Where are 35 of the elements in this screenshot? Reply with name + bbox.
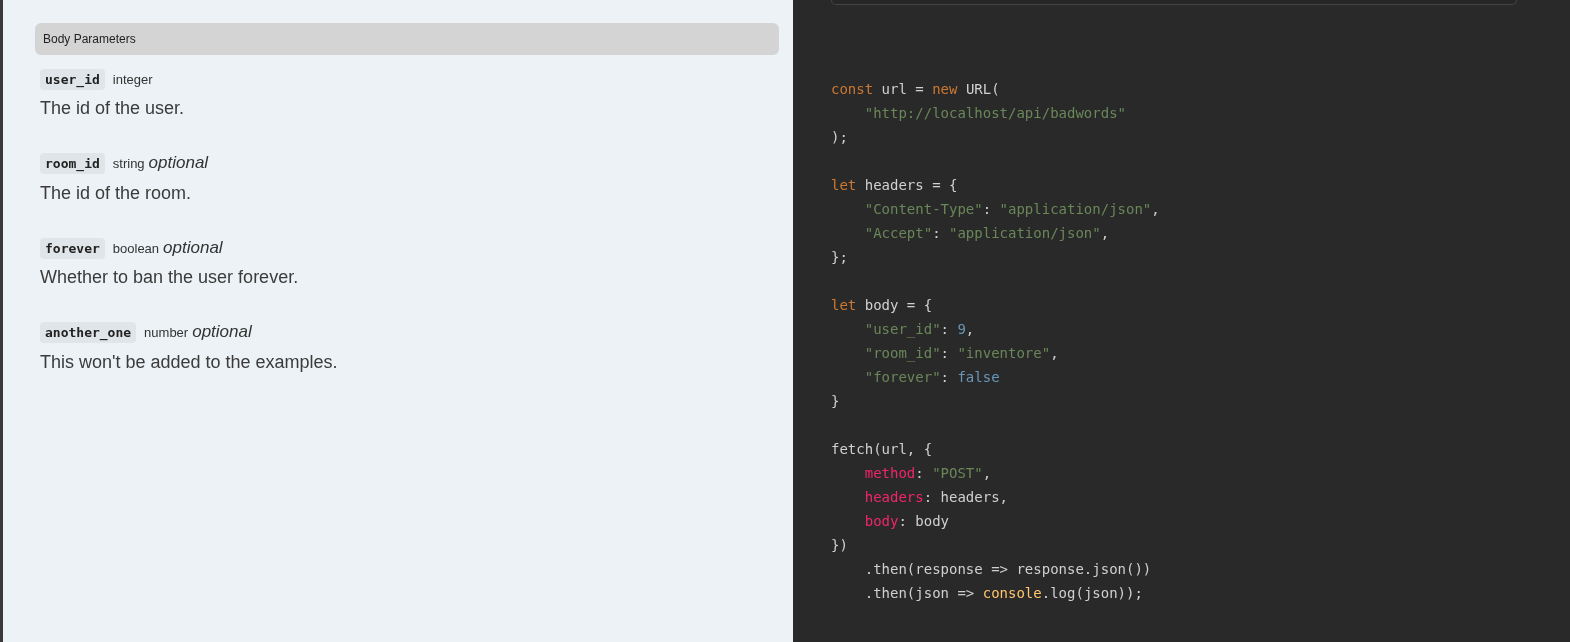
parameter-type: integer [112, 72, 153, 87]
code-line: "Accept": "application/json", [863, 224, 1110, 243]
parameter-name: forever [40, 237, 105, 259]
parameter-description: Whether to ban the user forever. [40, 266, 300, 289]
code-line: ); [831, 128, 848, 147]
code-line: body: body [863, 512, 949, 531]
parameter-description: The id of the room. [40, 181, 193, 205]
code-line: const url = new URL( [831, 80, 1000, 99]
code-line: fetch(url, { [831, 440, 933, 459]
optional-label: optional [192, 322, 252, 341]
parameter-description: The id of the user. [40, 97, 186, 120]
code-line: headers: headers, [863, 488, 1008, 507]
code-line: "user_id": 9, [863, 320, 975, 340]
code-line: .then(response => response.json()) [863, 560, 1152, 579]
code-line: }) [831, 536, 848, 555]
parameter-type: boolean [112, 240, 160, 256]
code-line: } [831, 392, 840, 411]
section-header: Body Parameters [35, 23, 779, 55]
code-line: "room_id": "inventore", [863, 344, 1059, 364]
optional-label: optional [163, 237, 223, 257]
parameter-type: number [144, 325, 189, 340]
code-line: "http://localhost/api/badwords" [863, 104, 1126, 123]
parameter-description: This won't be added to the examples. [40, 350, 339, 374]
code-line: method: "POST", [863, 464, 992, 483]
parameter-name: another_one [40, 322, 137, 343]
parameter-name: user_id [40, 69, 105, 90]
code-line: let headers = { [831, 176, 958, 195]
code-line: let body = { [831, 296, 933, 315]
code-line: }; [831, 248, 848, 267]
parameter-type: string [112, 156, 145, 171]
code-line: "forever": false [863, 368, 1000, 387]
parameter-name: room_id [40, 153, 105, 174]
code-line: .then(json => console.log(json)); [863, 584, 1143, 603]
code-line: "Content-Type": "application/json", [863, 200, 1160, 219]
optional-label: optional [148, 153, 209, 172]
